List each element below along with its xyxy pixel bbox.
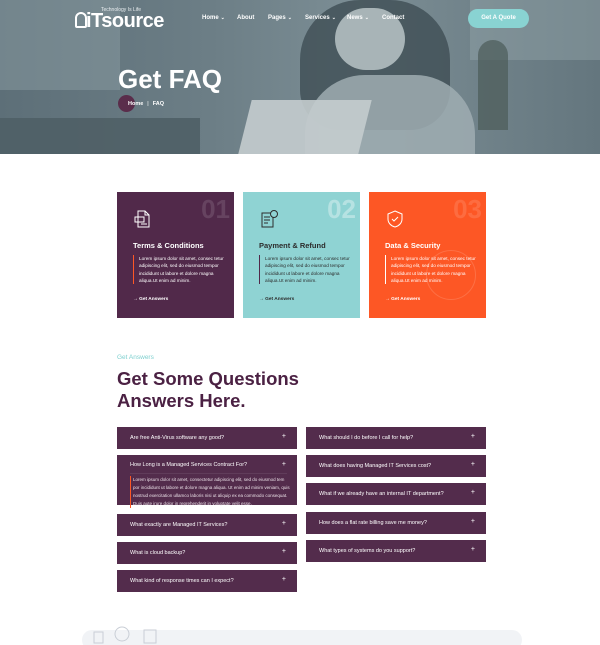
breadcrumb-current: FAQ — [152, 100, 165, 107]
plus-icon: + — [281, 548, 286, 555]
link-label: Get Answers — [391, 297, 421, 302]
faq-question: What kind of response times can I expect… — [130, 578, 234, 584]
hero-photo-plant — [478, 40, 508, 130]
nav-label: Home — [202, 15, 219, 21]
chevron-down-icon: ⌄ — [331, 15, 336, 21]
plus-icon: + — [281, 461, 286, 468]
faq-question: What does having Managed IT Services cos… — [319, 463, 432, 469]
nav-item-services[interactable]: Services ⌄ — [305, 15, 336, 21]
get-answers-link[interactable]: → Get Answers — [133, 297, 168, 302]
section-title: Get Some Questions Answers Here. — [117, 368, 299, 412]
hero-photo-laptop — [238, 100, 372, 154]
card-title: Payment & Refund — [259, 241, 326, 250]
link-label: Get Answers — [265, 297, 295, 302]
plus-icon: + — [281, 520, 286, 527]
faq-item[interactable]: What does having Managed IT Services cos… — [306, 455, 486, 477]
breadcrumb-home[interactable]: Home — [128, 101, 143, 107]
page-title: Get FAQ — [118, 64, 223, 94]
nav-item-contact[interactable]: Contact — [382, 15, 404, 21]
plus-icon: + — [470, 518, 475, 525]
faq-question: How Long is a Managed Services Contract … — [130, 462, 248, 468]
get-quote-button[interactable]: Get A Quote — [468, 9, 529, 28]
nav-label: Pages — [268, 15, 286, 21]
faq-item[interactable]: What kind of response times can I expect… — [117, 570, 297, 592]
faq-question: What should I do before I call for help? — [319, 435, 414, 441]
feature-icons — [93, 626, 157, 644]
faq-divider — [130, 473, 287, 474]
faq-item-expanded[interactable]: How Long is a Managed Services Contract … — [117, 455, 297, 508]
faq-item[interactable]: What is cloud backup? + — [117, 542, 297, 564]
faq-question: Are free Anti-Virus software any good? — [130, 435, 225, 441]
faq-category-card[interactable]: 01 Terms & Conditions Lorem ipsum dolor … — [117, 192, 234, 318]
card-number: 02 — [327, 194, 356, 224]
faq-item[interactable]: What exactly are Managed IT Services? + — [117, 514, 297, 536]
nav-item-home[interactable]: Home ⌄ — [202, 15, 225, 21]
logo-tagline: Technology Is Life — [101, 7, 142, 13]
nav-label: Contact — [382, 15, 405, 21]
card-description: Lorem ipsum dolor sit amet, consec tetur… — [259, 255, 354, 285]
faq-question: What types of systems do you support? — [319, 548, 416, 554]
plus-icon: + — [470, 546, 475, 553]
nav-item-news[interactable]: News ⌄ — [347, 15, 369, 21]
faq-item[interactable]: What if we already have an internal IT d… — [306, 483, 486, 505]
nav-label: About — [237, 15, 255, 21]
nav-item-pages[interactable]: Pages ⌄ — [268, 15, 292, 21]
card-number: 03 — [453, 194, 482, 224]
faq-question: What if we already have an internal IT d… — [319, 491, 444, 497]
card-description: Lorem ipsum dolor sit amet, consec tetur… — [385, 255, 480, 285]
logo-text: iTsource — [86, 10, 164, 32]
faq-answer: Lorem ipsum dolor sit amet, consectetur … — [130, 476, 290, 508]
nav-label: Services — [305, 15, 330, 21]
plus-icon: + — [470, 461, 475, 468]
card-title: Data & Security — [385, 241, 441, 250]
plus-icon: + — [281, 576, 286, 583]
get-answers-link[interactable]: → Get Answers — [385, 297, 420, 302]
faq-category-card[interactable]: 03 Data & Security Lorem ipsum dolor sit… — [369, 192, 486, 318]
faq-question: How does a flat rate billing save me mon… — [319, 520, 427, 526]
section-eyebrow: Get Answers — [117, 354, 154, 361]
faq-item[interactable]: Are free Anti-Virus software any good? + — [117, 427, 297, 449]
nav-item-about[interactable]: About — [237, 15, 254, 21]
faq-item[interactable]: What types of systems do you support? + — [306, 540, 486, 562]
card-title: Terms & Conditions — [133, 241, 204, 250]
faq-category-card[interactable]: 02 Payment & Refund Lorem ipsum dolor si… — [243, 192, 360, 318]
breadcrumb-separator: | — [147, 100, 149, 107]
section-title-line: Answers Here. — [117, 390, 246, 411]
plus-icon: + — [470, 489, 475, 496]
get-answers-link[interactable]: → Get Answers — [259, 297, 294, 302]
plus-icon: + — [470, 433, 475, 440]
faq-item[interactable]: What should I do before I call for help?… — [306, 427, 486, 449]
plus-icon: + — [281, 433, 286, 440]
document-icon — [134, 210, 150, 228]
chevron-down-icon: ⌄ — [287, 15, 292, 21]
faq-item[interactable]: How does a flat rate billing save me mon… — [306, 512, 486, 534]
card-description: Lorem ipsum dolor sit amet, consec tetur… — [133, 255, 228, 285]
shield-check-icon — [387, 210, 403, 228]
chevron-down-icon: ⌄ — [364, 15, 369, 21]
link-label: Get Answers — [139, 297, 169, 302]
chevron-down-icon: ⌄ — [220, 15, 225, 21]
card-number: 01 — [201, 194, 230, 224]
invoice-dollar-icon — [261, 210, 278, 228]
nav-label: News — [347, 15, 363, 21]
section-title-line: Get Some Questions — [117, 368, 299, 389]
faq-question: What exactly are Managed IT Services? — [130, 522, 228, 528]
faq-question: What is cloud backup? — [130, 550, 186, 556]
hero-photo-desk — [0, 118, 200, 154]
breadcrumb: Home | FAQ — [118, 95, 164, 112]
hero-banner: iTsource Technology Is Life Home ⌄ About … — [0, 0, 600, 154]
